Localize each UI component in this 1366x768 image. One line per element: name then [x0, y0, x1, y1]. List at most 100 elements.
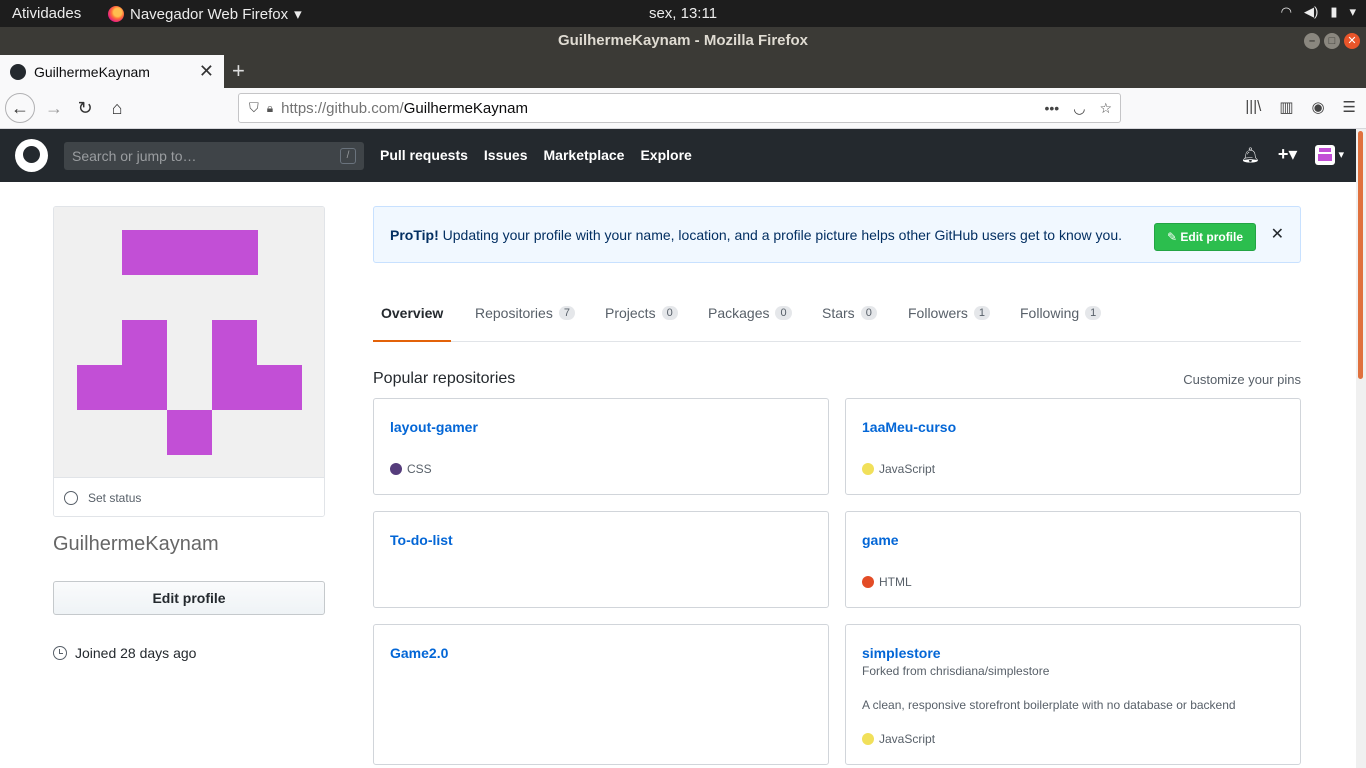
tab-packages[interactable]: Packages 0 [708, 305, 792, 321]
url-text[interactable]: https://github.com/GuilhermeKaynam [281, 100, 528, 117]
home-icon[interactable]: ⌂ [103, 94, 131, 122]
plus-dropdown-icon[interactable]: +▾ [1278, 144, 1298, 165]
close-window-icon[interactable]: ✕ [1344, 33, 1360, 49]
protip-text: ProTip! Updating your profile with your … [390, 227, 1122, 243]
url-host: https://github.com/ [281, 99, 404, 117]
repo-card: 1aaMeu-curso JavaScript [845, 398, 1301, 495]
customize-pins-link[interactable]: Customize your pins [1183, 372, 1301, 387]
search-input[interactable]: Search or jump to… / [64, 142, 364, 170]
set-status-button[interactable]: Set status [54, 477, 324, 516]
profile-username: GuilhermeKaynam [53, 533, 219, 555]
repo-card: game HTML [845, 511, 1301, 608]
tab-repositories[interactable]: Repositories 7 [475, 305, 575, 321]
hamburger-menu-icon[interactable]: ☰ [1343, 98, 1356, 116]
tab-overview[interactable]: Overview [381, 305, 443, 321]
joined-info: Joined 28 days ago [53, 645, 196, 661]
search-placeholder: Search or jump to… [72, 148, 197, 164]
repo-card: Game2.0 [373, 624, 829, 765]
system-clock[interactable]: sex, 13:11 [0, 5, 1366, 22]
tab-count: 0 [661, 306, 678, 320]
language-label: JavaScript [879, 732, 936, 746]
tab-count: 1 [973, 306, 991, 320]
repo-card: To-do-list [373, 511, 829, 608]
tab-count: 1 [1085, 306, 1102, 320]
profile-avatar-box: Set status [53, 206, 325, 517]
tab-label: Repositories [475, 305, 553, 321]
user-menu[interactable]: ▾ [1315, 144, 1344, 165]
repo-language: HTML [862, 575, 912, 589]
browser-tab-title: GuilhermeKaynam [34, 63, 150, 80]
tab-following[interactable]: Following 1 [1020, 305, 1102, 321]
window-title: GuilhermeKaynam - Mozilla Firefox [557, 32, 809, 49]
repo-description: A clean, responsive storefront boilerpla… [862, 698, 1236, 712]
popular-repositories-title: Popular repositories [373, 370, 516, 387]
nav-issues[interactable]: Issues [484, 147, 528, 163]
profile-avatar[interactable] [54, 207, 324, 477]
bell-icon[interactable]: 🔔︎ [1241, 146, 1260, 164]
tab-count: 0 [775, 306, 792, 320]
minimize-icon[interactable]: – [1304, 33, 1320, 49]
pocket-icon[interactable]: ◡ [1073, 100, 1085, 117]
browser-navbar: ← → ↻ ⌂ ⛉ 🔒︎ https://github.com/Guilherm… [0, 88, 1366, 129]
volume-icon: ◀) [1303, 4, 1319, 19]
active-tab-indicator [373, 340, 451, 342]
language-label: JavaScript [879, 462, 936, 476]
lock-icon[interactable]: 🔒︎ [267, 101, 273, 116]
protip-close-icon[interactable]: ✕ [1271, 224, 1284, 244]
bookmark-star-icon[interactable]: ☆ [1099, 100, 1112, 117]
account-icon[interactable]: ◉ [1311, 98, 1324, 116]
protip-label: ProTip! [390, 227, 439, 243]
shield-icon[interactable]: ⛉ [249, 100, 259, 116]
github-logo-icon[interactable] [15, 139, 48, 172]
repo-name-link[interactable]: Game2.0 [390, 645, 448, 661]
language-color-dot [862, 576, 874, 588]
url-bar[interactable]: ⛉ 🔒︎ https://github.com/GuilhermeKaynam … [238, 93, 1121, 123]
protip-edit-profile-button[interactable]: ✎ Edit profile [1154, 223, 1256, 251]
system-top-bar: Atividades Navegador Web Firefox ▾ sex, … [0, 0, 1366, 27]
edit-profile-button[interactable]: Edit profile [53, 581, 325, 615]
avatar [1315, 144, 1336, 165]
protip-message: Updating your profile with your name, lo… [438, 227, 1123, 243]
browser-tab[interactable]: GuilhermeKaynam ✕ [0, 55, 224, 88]
language-color-dot [862, 463, 874, 475]
back-icon[interactable]: ← [5, 93, 35, 123]
repo-name-link[interactable]: layout-gamer [390, 419, 478, 435]
protip-edit-profile-label: Edit profile [1180, 230, 1244, 244]
repo-fork-info: Forked from chrisdiana/simplestore [862, 664, 1050, 678]
github-header-actions: 🔔︎ +▾ ▾ [1241, 144, 1344, 165]
nav-explore[interactable]: Explore [640, 147, 691, 163]
tab-stars[interactable]: Stars 0 [822, 305, 877, 321]
language-color-dot [390, 463, 402, 475]
tab-label: Packages [708, 305, 770, 321]
page-actions-icon[interactable]: ••• [1045, 100, 1060, 117]
page-scrollbar[interactable] [1356, 129, 1366, 768]
tab-label: Followers [908, 305, 968, 321]
tab-count: 0 [860, 306, 877, 320]
url-path: GuilhermeKaynam [403, 99, 528, 117]
maximize-icon[interactable]: □ [1324, 33, 1340, 49]
repo-name-link[interactable]: simplestore [862, 645, 941, 661]
library-icon[interactable]: |||\ [1245, 98, 1261, 116]
nav-pull-requests[interactable]: Pull requests [380, 147, 468, 163]
reload-icon[interactable]: ↻ [71, 94, 99, 122]
window-controls: – □ ✕ [1304, 33, 1360, 49]
nav-marketplace[interactable]: Marketplace [544, 147, 625, 163]
new-tab-icon[interactable]: + [232, 58, 245, 84]
window-title-bar: GuilhermeKaynam - Mozilla Firefox – □ ✕ [0, 27, 1366, 55]
tab-count: 7 [558, 306, 575, 320]
sidebar-icon[interactable]: ▥ [1279, 98, 1293, 116]
forward-icon[interactable]: → [40, 94, 68, 122]
repo-language: JavaScript [862, 462, 935, 476]
system-tray[interactable]: ◠ ◀) ▮ ▾ [1281, 4, 1356, 20]
close-tab-icon[interactable]: ✕ [199, 61, 214, 82]
tab-projects[interactable]: Projects 0 [605, 305, 678, 321]
repo-card: layout-gamer CSS [373, 398, 829, 495]
language-label: CSS [407, 462, 432, 476]
tab-followers[interactable]: Followers 1 [908, 305, 991, 321]
repo-name-link[interactable]: To-do-list [390, 532, 453, 548]
repo-name-link[interactable]: 1aaMeu-curso [862, 419, 956, 435]
scrollbar-thumb[interactable] [1358, 131, 1363, 379]
url-actions: ••• ◡ ☆ [1045, 100, 1121, 117]
repo-name-link[interactable]: game [862, 532, 899, 548]
tab-label: Projects [605, 305, 656, 321]
